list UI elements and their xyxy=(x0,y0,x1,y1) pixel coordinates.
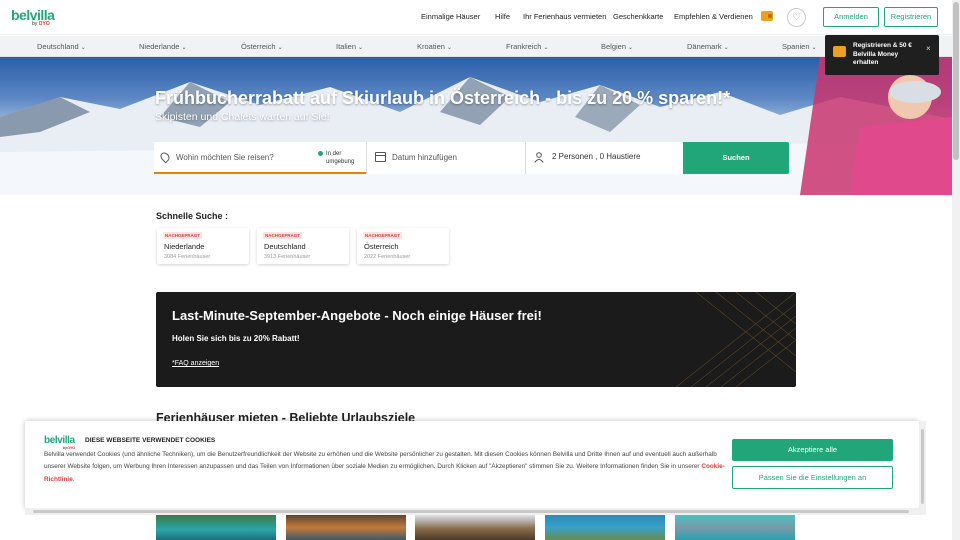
destination-image[interactable] xyxy=(286,515,406,540)
belvilla-logo[interactable]: belvilla by OYO xyxy=(11,7,55,27)
quick-search-count: 2022 Ferienhäuser xyxy=(364,254,411,260)
destination-image[interactable] xyxy=(545,515,665,540)
country-belgium[interactable]: Belgien ⌄ xyxy=(601,42,633,51)
destination-image[interactable] xyxy=(156,515,276,540)
quick-search-count: 3084 Ferienhäuser xyxy=(164,254,211,260)
demand-badge: NACHGEFRAGT xyxy=(163,232,202,239)
cookie-vertical-scrollbar[interactable] xyxy=(919,421,926,515)
quick-search-name: Österreich xyxy=(364,242,399,251)
chevron-down-icon: ⌄ xyxy=(80,45,86,51)
nav-refer-earn[interactable]: Empfehlen & Verdienen xyxy=(674,12,753,21)
country-austria[interactable]: Österreich ⌄ xyxy=(241,42,283,51)
demand-badge: NACHGEFRAGT xyxy=(263,232,302,239)
demand-badge: NACHGEFRAGT xyxy=(363,232,402,239)
hero-subtitle: Skipisten und Chalets warten auf Sie! xyxy=(155,111,330,123)
page-scrollbar[interactable] xyxy=(952,0,960,540)
cookie-banner-logo: belvilla by OYO xyxy=(44,435,75,450)
scrollbar-thumb[interactable] xyxy=(921,429,924,504)
nearby-toggle[interactable]: In der umgebung xyxy=(318,150,354,166)
register-button[interactable]: Registrieren xyxy=(884,7,938,27)
country-croatia[interactable]: Kroatien ⌄ xyxy=(417,42,452,51)
country-france[interactable]: Frankreich ⌄ xyxy=(506,42,548,51)
last-minute-banner[interactable]: Last-Minute-September-Angebote - Noch ei… xyxy=(156,292,796,387)
decorative-lines xyxy=(676,292,796,387)
search-button[interactable]: Suchen xyxy=(683,142,789,174)
logo-wordmark: belvilla xyxy=(11,7,55,23)
date-field[interactable]: Datum hinzufügen xyxy=(366,142,525,174)
quick-search-title: Schnelle Suche : xyxy=(156,211,229,221)
guests-icon xyxy=(534,152,544,163)
promo-text: Registrieren & 50 € Belvilla Money erhal… xyxy=(853,42,912,66)
nav-unique-houses[interactable]: Einmalige Häuser xyxy=(421,12,480,21)
chevron-down-icon: ⌄ xyxy=(358,45,364,51)
quick-search-name: Niederlande xyxy=(164,242,205,251)
register-promo-popup: Registrieren & 50 € Belvilla Money erhal… xyxy=(825,35,939,75)
chevron-down-icon: ⌄ xyxy=(628,45,634,51)
quick-search-count: 3913 Ferienhäuser xyxy=(264,254,311,260)
heart-icon[interactable]: ♡ xyxy=(787,8,806,27)
chevron-down-icon: ⌄ xyxy=(446,45,452,51)
country-spain[interactable]: Spanien ⌄ xyxy=(782,42,817,51)
accept-all-button[interactable]: Akzeptiere alle xyxy=(732,439,893,461)
country-italy[interactable]: Italien ⌄ xyxy=(336,42,363,51)
chevron-down-icon: ⌄ xyxy=(181,45,187,51)
cookie-text: Belvilla verwendet Cookies (und ähnliche… xyxy=(44,451,725,483)
country-germany[interactable]: Deutschland ⌄ xyxy=(37,42,86,51)
close-icon[interactable]: × xyxy=(926,44,931,53)
wallet-icon xyxy=(833,46,846,57)
hero-banner: Frühbucherrabatt auf Skiurlaub in Österr… xyxy=(0,57,952,195)
quick-search-card[interactable]: NACHGEFRAGT Deutschland 3913 Ferienhäuse… xyxy=(257,228,349,264)
guests-field[interactable]: 2 Personen , 0 Haustiere xyxy=(525,142,683,174)
nav-rent-out-house[interactable]: Ihr Ferienhaus vermieten xyxy=(523,12,606,21)
wallet-icon[interactable] xyxy=(761,11,773,21)
login-button[interactable]: Anmelden xyxy=(823,7,879,27)
calendar-icon xyxy=(375,152,386,162)
chevron-down-icon: ⌄ xyxy=(543,45,549,51)
search-bar: Wohin möchten Sie reisen? In der umgebung… xyxy=(154,142,789,174)
scrollbar-thumb[interactable] xyxy=(953,2,959,160)
cookie-horizontal-scrollbar[interactable] xyxy=(25,508,919,515)
scrollbar-thumb[interactable] xyxy=(33,510,909,513)
destination-image[interactable] xyxy=(415,515,535,540)
logo-byline: by OYO xyxy=(32,21,50,27)
date-placeholder: Datum hinzufügen xyxy=(392,153,457,162)
chevron-down-icon: ⌄ xyxy=(811,45,817,51)
cookie-title: DIESE WEBSEITE VERWENDET COOKIES xyxy=(85,437,216,444)
cookie-banner: belvilla by OYO DIESE WEBSEITE VERWENDET … xyxy=(25,421,919,508)
country-netherlands[interactable]: Niederlande ⌄ xyxy=(139,42,186,51)
quick-search-card[interactable]: NACHGEFRAGT Österreich 2022 Ferienhäuser xyxy=(357,228,449,264)
check-icon xyxy=(318,151,323,156)
destination-field[interactable]: Wohin möchten Sie reisen? In der umgebung xyxy=(154,142,366,174)
faq-link[interactable]: *FAQ anzeigen xyxy=(172,360,219,367)
destination-placeholder: Wohin möchten Sie reisen? xyxy=(176,153,274,162)
quick-search-name: Deutschland xyxy=(264,242,306,251)
location-pin-icon xyxy=(158,150,172,164)
hero-title: Frühbucherrabatt auf Skiurlaub in Österr… xyxy=(155,88,731,108)
country-nav: Deutschland ⌄ Niederlande ⌄ Österreich ⌄ It… xyxy=(0,36,952,57)
nav-help[interactable]: Hilfe xyxy=(495,12,510,21)
site-header: belvilla by OYO Einmalige Häuser Hilfe I… xyxy=(0,0,952,35)
chevron-down-icon: ⌄ xyxy=(277,45,283,51)
destination-image[interactable] xyxy=(675,515,795,540)
chevron-down-icon: ⌄ xyxy=(723,45,729,51)
guests-value: 2 Personen , 0 Haustiere xyxy=(552,152,641,161)
cookie-settings-button[interactable]: Passen Sie die Einstellungen an xyxy=(732,466,893,489)
country-denmark[interactable]: Dänemark ⌄ xyxy=(687,42,729,51)
hero-mountain-image xyxy=(0,57,952,195)
quick-search-card[interactable]: NACHGEFRAGT Niederlande 3084 Ferienhäuse… xyxy=(157,228,249,264)
nav-gift-card[interactable]: Geschenkkarte xyxy=(613,12,663,21)
last-minute-title: Last-Minute-September-Angebote - Noch ei… xyxy=(172,308,542,323)
last-minute-subtitle: Holen Sie sich bis zu 20% Rabatt! xyxy=(172,334,300,343)
